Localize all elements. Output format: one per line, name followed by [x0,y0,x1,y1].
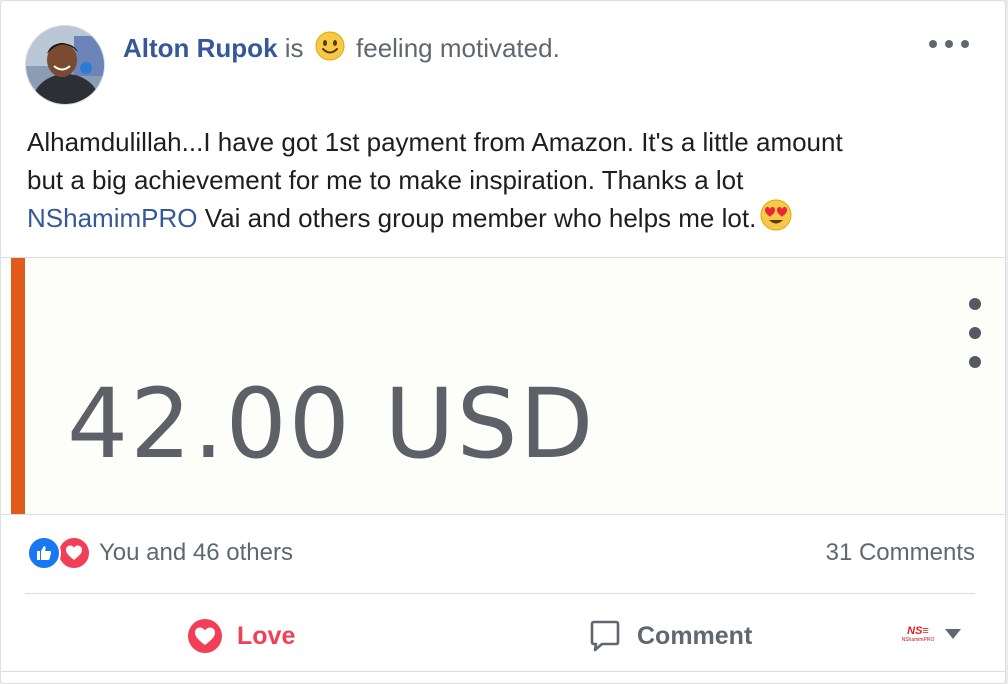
comment-button[interactable]: Comment [587,601,752,671]
divider [25,593,975,594]
post-header: Alton Rupok is feeling motivated. [123,31,560,68]
post-card: Alton Rupok is feeling motivated. Alhamd… [0,0,1006,684]
page-logo: NS≡ NShamimPRO [901,624,935,643]
action-bar: Love Comment NS≡ NShamimPRO [1,601,1005,671]
post-text-line: Alhamdulillah...I have got 1st payment f… [27,127,843,157]
post-image[interactable]: 42.00 USD [1,257,1005,515]
avatar[interactable] [25,25,105,105]
post-body: Alhamdulillah...I have got 1st payment f… [27,123,967,241]
heart-eyes-emoji-icon [760,199,792,241]
post-as-selector[interactable]: NS≡ NShamimPRO [901,621,961,647]
comment-button-label: Comment [637,621,753,650]
post-text-line: but a big achievement for me to make ins… [27,165,744,195]
divider [1,671,1005,672]
feeling-text: feeling motivated. [356,33,560,63]
mention-link[interactable]: NShamimPRO [27,203,197,233]
payment-amount: 42.00 USD [67,368,596,480]
post-text-tail: Vai and others group member who helps me… [197,203,757,233]
like-icon [27,536,61,570]
author-name[interactable]: Alton Rupok [123,33,278,63]
love-icon [57,536,91,570]
accent-bar [11,258,25,514]
image-more-icon [967,298,983,368]
comments-count[interactable]: 31 Comments [826,539,975,567]
smiley-face-icon [315,31,345,68]
post-options-icon[interactable] [929,29,969,59]
comment-icon [587,618,623,654]
love-icon [187,618,223,654]
profile-photo [26,26,104,104]
chevron-down-icon [945,629,961,639]
love-button[interactable]: Love [187,601,295,671]
reactions-text: You and 46 others [99,539,293,566]
reactions-summary[interactable]: You and 46 others [27,533,293,573]
love-button-label: Love [237,621,296,650]
post-text-line: NShamimPRO Vai and others group member w… [27,199,967,241]
header-verb: is [284,33,304,63]
